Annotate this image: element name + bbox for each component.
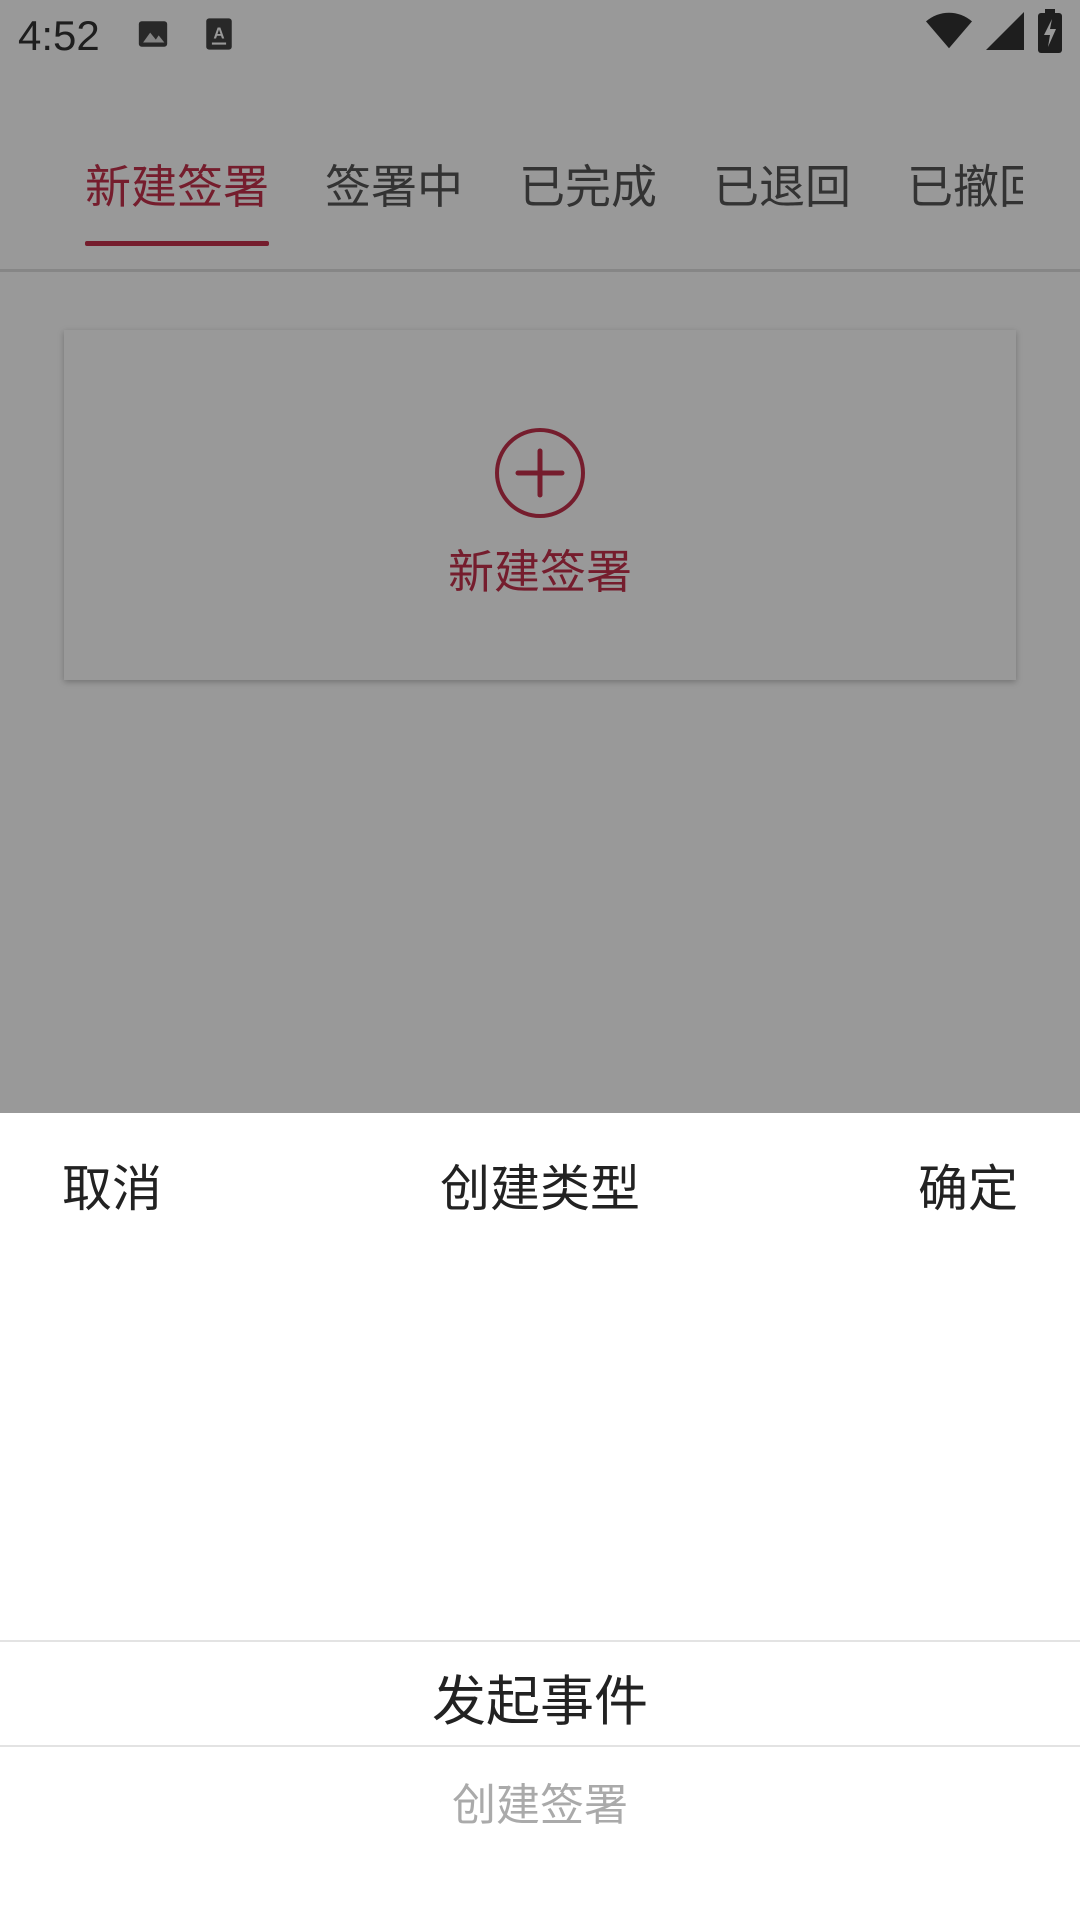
wheel-option-selected[interactable]: 发起事件 bbox=[0, 1657, 1080, 1736]
modal-overlay[interactable] bbox=[0, 0, 1080, 1113]
type-picker-sheet: 取消 创建类型 确定 发起事件 创建签署 bbox=[0, 1113, 1080, 1920]
wheel-selection-bottom-line bbox=[0, 1745, 1080, 1747]
screen: 4:52 A 新建签署 签署中 已完成 已退回 已撤 新建签署 取消 创建类型 … bbox=[0, 0, 1080, 1920]
wheel-option[interactable]: 创建签署 bbox=[0, 1769, 1080, 1833]
wheel-selection-top-line bbox=[0, 1640, 1080, 1642]
type-wheel-picker[interactable]: 发起事件 创建签署 bbox=[0, 1248, 1080, 1920]
picker-header: 取消 创建类型 确定 bbox=[0, 1113, 1080, 1248]
confirm-button[interactable]: 确定 bbox=[918, 1149, 1018, 1221]
cancel-button[interactable]: 取消 bbox=[62, 1149, 162, 1221]
